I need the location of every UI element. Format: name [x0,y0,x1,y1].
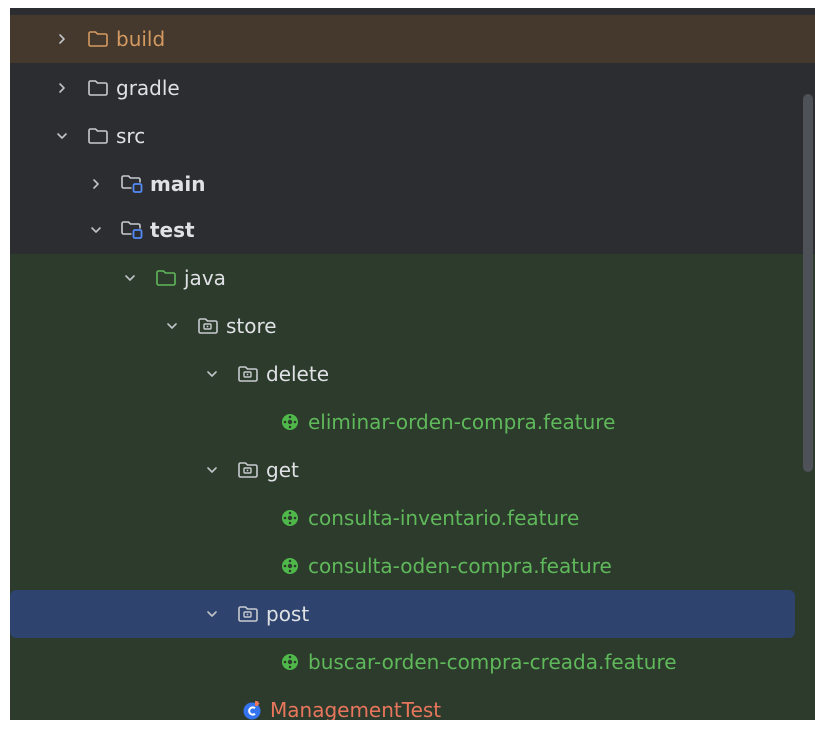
module-folder-icon [120,173,144,195]
chevron-right-icon[interactable] [52,78,72,98]
tree-item-eliminar-orden-compra-feature[interactable]: eliminar-orden-compra.feature [10,398,815,446]
tree-item-label: get [266,458,299,482]
tree-item-label: main [150,172,206,196]
chevron-down-icon[interactable] [52,126,72,146]
vertical-scrollbar[interactable] [803,94,813,472]
tree-item-label: gradle [116,76,180,100]
tree-item-store[interactable]: store [10,302,815,350]
tree-item-label: ManagementTest [270,698,442,722]
tree-item-label: src [116,124,146,148]
chevron-right-icon[interactable] [52,29,72,49]
folder-icon [86,28,110,50]
tree-item-main[interactable]: main [10,160,805,208]
tree-item-label: delete [266,362,330,386]
tree-item-build[interactable]: build [10,15,815,63]
tree-item-label: build [116,27,166,51]
chevron-down-icon[interactable] [202,364,222,384]
package-icon [236,363,260,385]
test-root-folder-icon [154,267,178,289]
package-icon [236,459,260,481]
tree-item-buscar-orden-compra-creada-feature[interactable]: buscar-orden-compra-creada.feature [10,638,815,686]
tree-item-label: java [184,266,226,290]
tree-item-label: post [266,602,310,626]
tree-item-label: consulta-oden-compra.feature [308,554,612,578]
chevron-right-icon[interactable] [86,174,106,194]
tree-item-gradle[interactable]: gradle [10,64,805,112]
module-folder-icon [120,219,144,241]
chevron-down-icon[interactable] [120,268,140,288]
cropped-edge [10,720,815,749]
chevron-down-icon[interactable] [202,604,222,624]
tree-item-test[interactable]: test [10,206,805,254]
cucumber-icon [278,651,302,673]
chevron-down-icon[interactable] [162,316,182,336]
package-icon [196,315,220,337]
cucumber-icon [278,507,302,529]
tree-item-label: consulta-inventario.feature [308,506,580,530]
tree-item-post[interactable]: post [10,590,795,638]
tree-item-delete[interactable]: delete [10,350,815,398]
tree-item-label: test [150,218,195,242]
tree-item-consulta-inventario-feature[interactable]: consulta-inventario.feature [10,494,815,542]
tree-item-get[interactable]: get [10,446,815,494]
tree-item-label: buscar-orden-compra-creada.feature [308,650,677,674]
java-class-icon [240,699,264,721]
project-tree-panel: build gradle src main test java store de… [10,8,815,749]
package-icon [236,603,260,625]
tree-item-label: store [226,314,277,338]
cucumber-icon [278,555,302,577]
chevron-down-icon[interactable] [86,220,106,240]
tree-item-label: eliminar-orden-compra.feature [308,410,616,434]
tree-item-src[interactable]: src [10,112,805,160]
cucumber-icon [278,411,302,433]
folder-icon [86,125,110,147]
tree-item-java[interactable]: java [10,254,815,302]
chevron-down-icon[interactable] [202,460,222,480]
folder-icon [86,77,110,99]
tree-item-consulta-oden-compra-feature[interactable]: consulta-oden-compra.feature [10,542,815,590]
